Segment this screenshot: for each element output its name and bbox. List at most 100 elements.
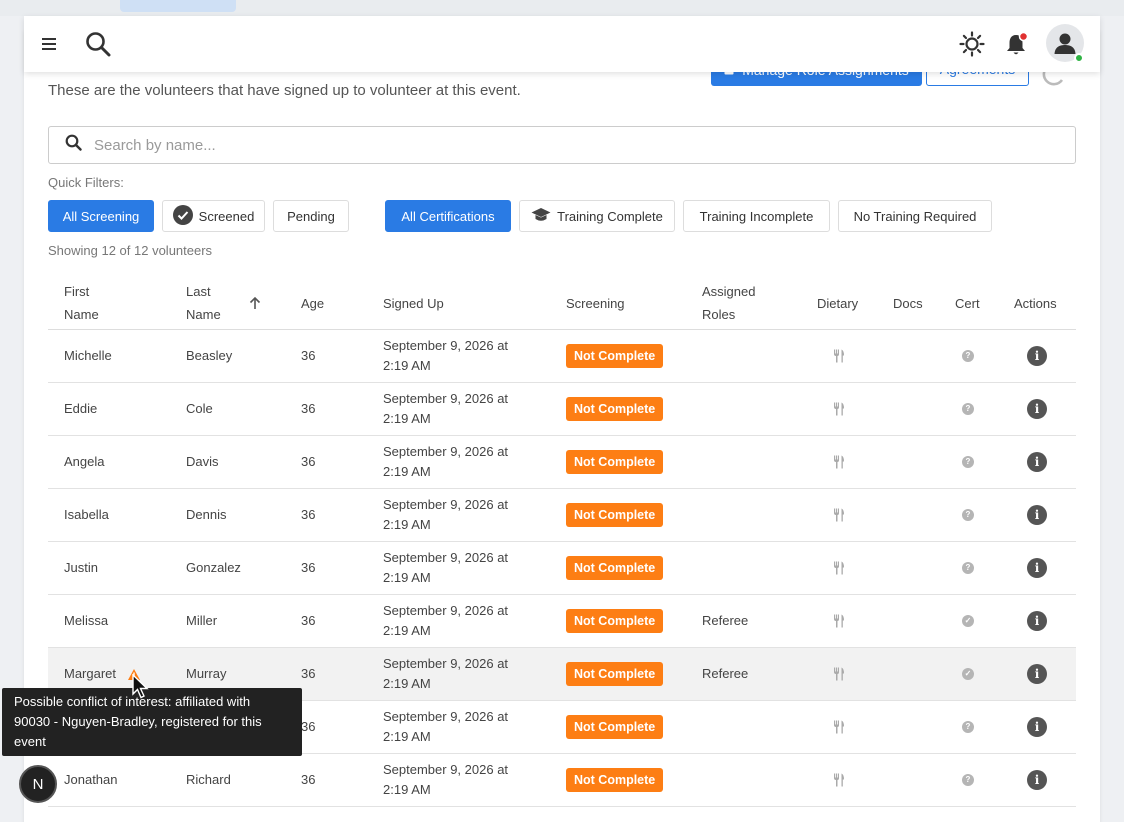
cell-age: 36 [301, 401, 316, 416]
filter-all-screening[interactable]: All Screening [48, 200, 154, 232]
cell-last-name: Dennis [186, 507, 227, 522]
column-signed-up[interactable]: Signed Up [383, 276, 444, 330]
page-subtitle: These are the volunteers that have signe… [48, 82, 521, 99]
filter-training-complete-label: Training Complete [557, 208, 663, 224]
cell-signed-up-date: September 9, 2026 at [383, 762, 509, 777]
column-assigned-roles-line2: Roles [702, 307, 736, 322]
utensils-icon [833, 436, 845, 488]
filter-pending[interactable]: Pending [273, 200, 349, 232]
cell-signed-up: September 9, 2026 at 2:19 AM [383, 648, 508, 700]
info-icon[interactable]: i [1027, 542, 1047, 594]
cell-signed-up-time: 2:19 AM [383, 676, 431, 691]
cell-signed-up-time: 2:19 AM [383, 729, 431, 744]
cell-screening: Not Complete [566, 754, 664, 806]
table-row[interactable]: September 9, 2026 at [48, 807, 1076, 822]
table-row[interactable]: Isabella Dennis 36 September 9, 2026 at 2:19… [48, 489, 1076, 542]
cell-signed-up-time: 2:19 AM [383, 623, 431, 638]
background-strip [0, 0, 1124, 16]
table-row[interactable]: Jonathan Richard 36 September 9, 2026 at 2:1… [48, 754, 1076, 807]
filter-screened[interactable]: Screened [162, 200, 265, 232]
sun-icon[interactable] [958, 30, 986, 58]
utensils-icon [833, 330, 845, 382]
utensils-icon [833, 383, 845, 435]
info-icon[interactable]: i [1027, 754, 1047, 806]
cell-last-name: Beasley [186, 348, 233, 363]
cell-last-name: Gonzalez [186, 560, 241, 575]
column-assigned-roles[interactable]: Assigned Roles [702, 276, 755, 330]
column-first-name[interactable]: First Name [64, 276, 99, 330]
cert-question-icon: ? [962, 542, 974, 594]
column-first-name-line1: First [64, 284, 90, 299]
info-icon[interactable]: i [1027, 330, 1047, 382]
status-badge: Not Complete [566, 768, 664, 792]
check-circle-icon [172, 204, 193, 228]
info-icon[interactable]: i [1027, 701, 1047, 753]
bell-icon[interactable] [1004, 30, 1030, 58]
info-icon[interactable]: i [1027, 489, 1047, 541]
utensils-icon [833, 542, 845, 594]
status-badge: Not Complete [566, 662, 664, 686]
cell-signed-up: September 9, 2026 at 2:19 AM [383, 330, 508, 382]
column-docs: Docs [893, 295, 923, 311]
sort-ascending-icon[interactable] [248, 276, 262, 330]
cell-signed-up-time: 2:19 AM [383, 464, 431, 479]
background-tab [120, 0, 236, 12]
cell-signed-up: September 9, 2026 at 2:19 AM [383, 595, 508, 647]
cell-age: 36 [301, 772, 316, 787]
cell-last-name: Cole [186, 401, 213, 416]
cell-signed-up: September 9, 2026 at [383, 807, 508, 822]
cell-screening: Not Complete [566, 701, 664, 753]
floating-n-badge[interactable]: N [19, 765, 57, 803]
cell-signed-up-date: September 9, 2026 at [383, 444, 509, 459]
cert-question-icon: ? [962, 701, 974, 753]
table-row[interactable]: Eddie Cole 36 September 9, 2026 at 2:19 AM No… [48, 383, 1076, 436]
cert-question-icon: ? [962, 330, 974, 382]
column-last-name[interactable]: Last Name [186, 276, 221, 330]
search-field-icon [65, 134, 82, 156]
info-icon[interactable]: i [1027, 595, 1047, 647]
search-input[interactable] [94, 136, 994, 154]
status-badge: Not Complete [566, 344, 664, 368]
table-row[interactable]: Michelle Beasley 36 September 9, 2026 at 2:1… [48, 330, 1076, 383]
column-first-name-line2: Name [64, 307, 99, 322]
table-row[interactable]: Justin Gonzalez 36 September 9, 2026 at 2:19… [48, 542, 1076, 595]
cell-screening: Not Complete [566, 489, 664, 541]
tooltip-line-2: 90030 - Nguyen-Bradley, registered for t… [14, 714, 262, 729]
search-field[interactable] [48, 126, 1076, 164]
info-icon[interactable]: i [1027, 383, 1047, 435]
conflict-tooltip: Possible conflict of interest: affiliate… [2, 688, 302, 756]
cell-first-name: Melissa [64, 613, 109, 628]
filter-training-complete[interactable]: Training Complete [519, 200, 675, 232]
results-count: Showing 12 of 12 volunteers [48, 243, 213, 258]
cell-first-name: Michelle [64, 348, 112, 363]
cell-signed-up-time: 2:19 AM [383, 782, 431, 797]
cell-signed-up-date: September 9, 2026 at [383, 338, 509, 353]
filter-screened-label: Screened [198, 208, 255, 224]
cell-screening: Not Complete [566, 542, 664, 594]
column-age[interactable]: Age [301, 276, 324, 330]
column-assigned-roles-line1: Assigned [702, 284, 756, 299]
info-icon[interactable]: i [1027, 436, 1047, 488]
cell-first-name: Isabella [64, 507, 109, 522]
menu-icon[interactable] [40, 32, 58, 56]
cell-signed-up-date: September 9, 2026 at [383, 603, 509, 618]
column-cert: Cert [955, 295, 980, 311]
cell-signed-up: September 9, 2026 at 2:19 AM [383, 754, 508, 806]
cell-age: 36 [301, 719, 316, 734]
cert-question-icon: ? [962, 489, 974, 541]
graduation-cap-icon [531, 207, 551, 226]
cell-last-name: Davis [186, 454, 219, 469]
column-screening[interactable]: Screening [566, 276, 625, 330]
table-row[interactable]: Melissa Miller 36 September 9, 2026 at 2:19 … [48, 595, 1076, 648]
filter-no-training-required[interactable]: No Training Required [838, 200, 992, 232]
mouse-cursor-icon [132, 673, 150, 705]
table-row[interactable]: Angela Davis 36 September 9, 2026 at 2:19 AM… [48, 436, 1076, 489]
table-header: First Name Last Name Age Signed Up Screeni… [48, 276, 1076, 330]
search-icon[interactable] [84, 30, 112, 58]
status-badge: Not Complete [566, 556, 664, 580]
cell-assigned-roles: Referee [702, 666, 749, 681]
cell-signed-up-date: September 9, 2026 at [383, 550, 509, 565]
info-icon[interactable]: i [1027, 648, 1047, 700]
filter-training-incomplete[interactable]: Training Incomplete [683, 200, 830, 232]
filter-all-certifications[interactable]: All Certifications [385, 200, 511, 232]
